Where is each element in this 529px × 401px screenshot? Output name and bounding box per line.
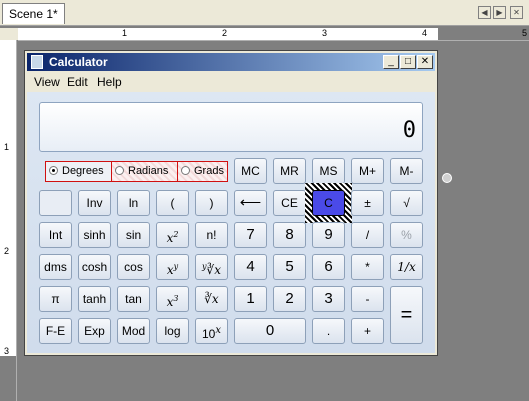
tanh-button[interactable]: tanh <box>78 286 111 312</box>
divide-button[interactable]: / <box>351 222 384 248</box>
y-root-button[interactable]: y∛x <box>195 254 228 280</box>
add-button[interactable]: + <box>351 318 384 344</box>
key-0[interactable]: 0 <box>234 318 306 344</box>
window-title: Calculator <box>49 55 108 69</box>
percent-button[interactable]: % <box>390 222 423 248</box>
radio-grads[interactable]: Grads <box>177 162 227 181</box>
calculator-body: 0 Degrees Radians Grads MC MR MS M+ M- I… <box>27 92 435 353</box>
subtract-button[interactable]: - <box>351 286 384 312</box>
key-8[interactable]: 8 <box>273 222 306 248</box>
sqrt-button[interactable]: √ <box>390 190 423 216</box>
menu-bar: View Edit Help <box>27 72 435 92</box>
ln-button[interactable]: ln <box>117 190 150 216</box>
c-button[interactable]: C <box>312 190 345 216</box>
scroll-left-icon[interactable]: ◀ <box>478 6 491 19</box>
ruler-tick-label: 4 <box>422 28 428 38</box>
radio-icon <box>115 166 124 175</box>
ruler-tick-label: 1 <box>4 142 10 152</box>
ten-power-button[interactable]: 10x <box>195 318 228 344</box>
mr-button[interactable]: MR <box>273 158 306 184</box>
radio-icon <box>181 166 190 175</box>
key-6[interactable]: 6 <box>312 254 345 280</box>
key-7[interactable]: 7 <box>234 222 267 248</box>
m-plus-button[interactable]: M+ <box>351 158 384 184</box>
tan-button[interactable]: tan <box>117 286 150 312</box>
ce-button[interactable]: CE <box>273 190 306 216</box>
ms-button[interactable]: MS <box>312 158 345 184</box>
calculator-icon <box>31 55 43 69</box>
result-display: 0 <box>39 102 423 152</box>
menu-edit[interactable]: Edit <box>67 75 88 89</box>
exp-button[interactable]: Exp <box>78 318 111 344</box>
log-button[interactable]: log <box>156 318 189 344</box>
backspace-button[interactable]: ⟵ <box>234 190 267 216</box>
decimal-button[interactable]: . <box>312 318 345 344</box>
memory-indicator <box>39 190 72 216</box>
close-paren-button[interactable]: ) <box>195 190 228 216</box>
radio-radians[interactable]: Radians <box>111 162 177 181</box>
minimize-button[interactable]: _ <box>383 55 399 69</box>
vertical-ruler: 1 2 3 <box>0 40 17 401</box>
power-button[interactable]: xy <box>156 254 189 280</box>
horizontal-ruler: 1 2 3 4 5 <box>18 28 529 41</box>
sinh-button[interactable]: sinh <box>78 222 111 248</box>
multiply-button[interactable]: * <box>351 254 384 280</box>
cosh-button[interactable]: cosh <box>78 254 111 280</box>
fe-button[interactable]: F-E <box>39 318 72 344</box>
factorial-button[interactable]: n! <box>195 222 228 248</box>
mod-button[interactable]: Mod <box>117 318 150 344</box>
inv-button[interactable]: Inv <box>78 190 111 216</box>
int-button[interactable]: Int <box>39 222 72 248</box>
cube-button[interactable]: x3 <box>156 286 189 312</box>
key-3[interactable]: 3 <box>312 286 345 312</box>
calculator-window: Calculator _ □ ✕ View Edit Help 0 Degree… <box>24 50 438 356</box>
scroll-right-icon[interactable]: ▶ <box>493 6 506 19</box>
key-1[interactable]: 1 <box>234 286 267 312</box>
cos-button[interactable]: cos <box>117 254 150 280</box>
ruler-origin[interactable] <box>0 28 18 40</box>
open-paren-button[interactable]: ( <box>156 190 189 216</box>
key-2[interactable]: 2 <box>273 286 306 312</box>
radio-degrees[interactable]: Degrees <box>46 162 111 181</box>
angle-mode-group: Degrees Radians Grads <box>45 161 228 182</box>
display-value: 0 <box>402 118 416 143</box>
ruler-tick-label: 3 <box>4 346 10 356</box>
maximize-button[interactable]: □ <box>400 55 416 69</box>
sin-button[interactable]: sin <box>117 222 150 248</box>
anchor-point-icon[interactable] <box>442 173 452 183</box>
plus-minus-button[interactable]: ± <box>351 190 384 216</box>
close-tab-icon[interactable]: ✕ <box>510 6 523 19</box>
cube-root-button[interactable]: ∛x <box>195 286 228 312</box>
key-9[interactable]: 9 <box>312 222 345 248</box>
ruler-tick-label: 1 <box>122 28 128 38</box>
mc-button[interactable]: MC <box>234 158 267 184</box>
key-4[interactable]: 4 <box>234 254 267 280</box>
key-5[interactable]: 5 <box>273 254 306 280</box>
radio-selected-icon <box>49 166 58 175</box>
ruler-tick-label: 5 <box>522 28 528 38</box>
tab-scene-1[interactable]: Scene 1* <box>2 3 65 24</box>
m-minus-button[interactable]: M- <box>390 158 423 184</box>
ruler-tick-label: 3 <box>322 28 328 38</box>
close-button[interactable]: ✕ <box>417 55 433 69</box>
pi-button[interactable]: π <box>39 286 72 312</box>
menu-help[interactable]: Help <box>97 75 122 89</box>
menu-view[interactable]: View <box>34 75 60 89</box>
reciprocal-button[interactable]: 1/x <box>390 254 423 280</box>
dms-button[interactable]: dms <box>39 254 72 280</box>
document-tab-bar: Scene 1* ◀ ▶ ✕ <box>0 0 529 26</box>
ruler-tick-label: 2 <box>222 28 228 38</box>
equals-button[interactable]: = <box>390 286 423 344</box>
ruler-tick-label: 2 <box>4 246 10 256</box>
title-bar[interactable]: Calculator _ □ ✕ <box>27 53 435 71</box>
square-button[interactable]: x2 <box>156 222 189 248</box>
